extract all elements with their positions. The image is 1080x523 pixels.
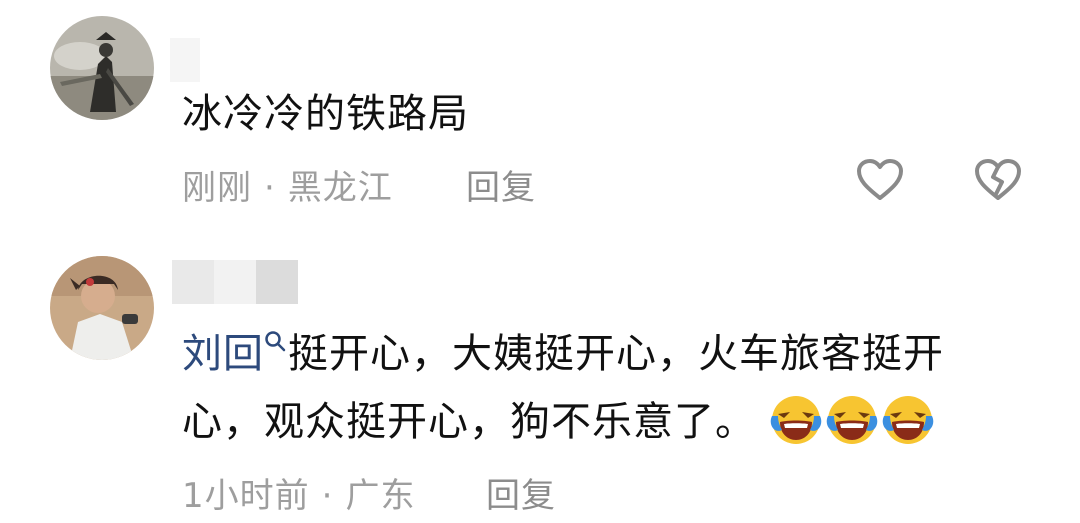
search-magnifier-icon[interactable] bbox=[264, 330, 286, 352]
comment-meta: 刚刚 · 黑龙江 bbox=[182, 160, 393, 209]
comment-time: 刚刚 bbox=[182, 168, 252, 208]
mention-link[interactable]: 刘回 bbox=[182, 331, 264, 377]
comment-line-1: 刘回 挺开心，大姨挺开心，火车旅客挺开 bbox=[182, 320, 1042, 388]
comment-text: 刘回 挺开心，大姨挺开心，火车旅客挺开 心，观众挺开心，狗不乐意了。 bbox=[182, 320, 1042, 456]
meta-separator: · bbox=[321, 476, 334, 516]
username-blurred bbox=[172, 260, 298, 304]
comment-location: 广东 bbox=[345, 476, 416, 516]
comment-meta: 1小时前 · 广东 bbox=[182, 468, 415, 517]
broken-heart-icon[interactable] bbox=[974, 158, 1022, 202]
user-avatar[interactable] bbox=[50, 256, 154, 360]
comment-location: 黑龙江 bbox=[287, 168, 393, 208]
laughing-crying-emoji-icon bbox=[826, 396, 877, 444]
comment-item: 冰冷冷的铁路局 刚刚 · 黑龙江 回复 bbox=[0, 0, 1080, 230]
user-avatar[interactable] bbox=[50, 16, 154, 120]
comment-line-2: 心，观众挺开心，狗不乐意了。 bbox=[182, 388, 1042, 456]
username-blurred bbox=[170, 38, 200, 82]
laughing-crying-emoji-icon bbox=[882, 396, 933, 444]
meta-separator: · bbox=[264, 168, 276, 208]
comment-time: 1小时前 bbox=[182, 476, 310, 516]
comment-text-line1: 挺开心，大姨挺开心，火车旅客挺开 bbox=[288, 331, 944, 377]
heart-outline-icon[interactable] bbox=[856, 158, 904, 202]
laughing-crying-emoji-icon bbox=[770, 396, 821, 444]
comment-text-line2: 心，观众挺开心，狗不乐意了。 bbox=[182, 399, 756, 445]
reply-button[interactable]: 回复 bbox=[486, 468, 556, 517]
comment-item: 刘回 挺开心，大姨挺开心，火车旅客挺开 心，观众挺开心，狗不乐意了。 1小时前 … bbox=[0, 240, 1080, 523]
reply-button[interactable]: 回复 bbox=[466, 160, 536, 209]
comment-text: 冰冷冷的铁路局 bbox=[182, 91, 469, 137]
